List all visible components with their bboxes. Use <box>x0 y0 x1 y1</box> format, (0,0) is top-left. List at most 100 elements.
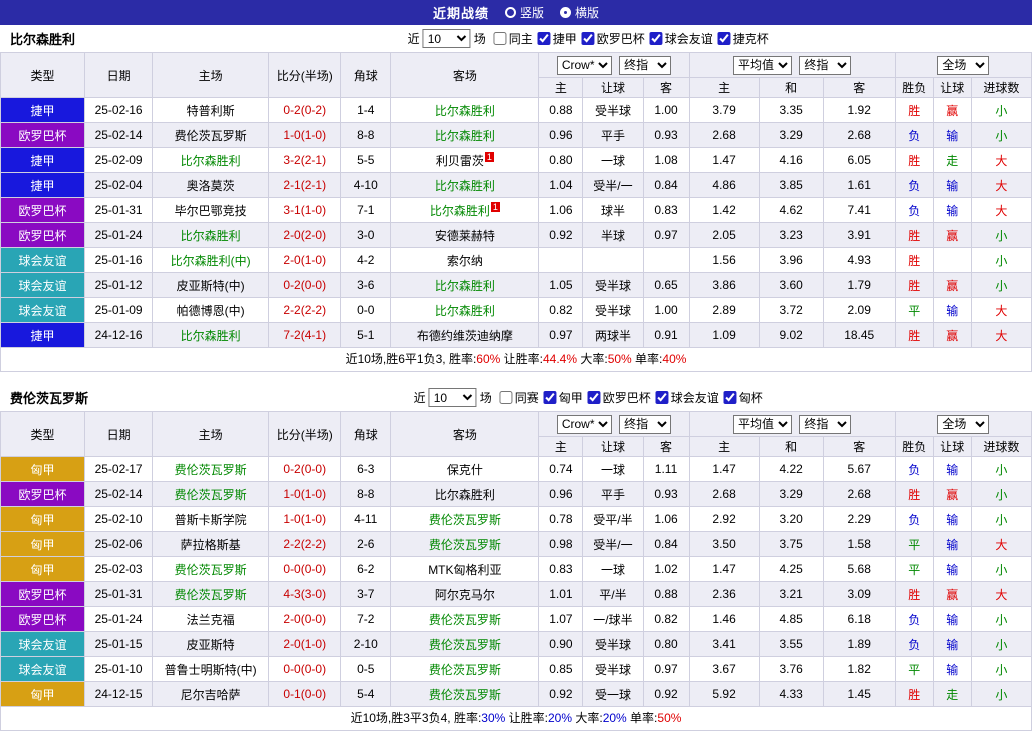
avg-draw-cell: 3.20 <box>758 506 824 532</box>
odds-source-select[interactable]: Crow* <box>556 55 612 75</box>
summary-part: 胜率: <box>448 352 477 366</box>
match-count-select[interactable]: 10 <box>422 29 471 48</box>
checkbox-label: 同主 <box>508 32 533 46</box>
corner-cell: 3-6 <box>340 272 392 298</box>
filter-checkbox-球会友谊[interactable]: 球会友谊 <box>655 389 719 406</box>
result-cell: 输 <box>932 197 972 223</box>
games-label: 场 <box>473 32 486 46</box>
scope-select[interactable]: 全场 <box>937 414 990 434</box>
checkbox-input[interactable] <box>655 391 669 404</box>
checkbox-input[interactable] <box>537 32 551 45</box>
date-cell: 24-12-15 <box>84 681 154 707</box>
date-cell: 25-01-10 <box>84 656 154 682</box>
result-cell: 胜 <box>894 581 934 607</box>
odds-final-select[interactable]: 终指 <box>619 414 672 434</box>
odds-away-cell: 0.84 <box>642 531 690 557</box>
avg-home-cell: 2.68 <box>688 122 760 148</box>
checkbox-input[interactable] <box>587 391 601 404</box>
odds-handicap-cell: 一球 <box>582 556 644 582</box>
filter-checkbox-欧罗巴杯[interactable]: 欧罗巴杯 <box>581 30 645 47</box>
avg-away-cell: 3.09 <box>822 581 896 607</box>
result-cell: 负 <box>894 606 934 632</box>
scope-select[interactable]: 全场 <box>937 55 990 75</box>
score-cell: 0-2(0-2) <box>268 97 342 123</box>
avg-source-select[interactable]: 平均值 <box>732 55 792 75</box>
odds-group-header: Crow* 终指 <box>538 411 690 437</box>
checkbox-input[interactable] <box>723 391 737 404</box>
checkbox-input[interactable] <box>493 32 507 45</box>
avg-final-select[interactable]: 终指 <box>799 414 852 434</box>
layout-radio-horizontal[interactable]: 横版 <box>560 4 599 21</box>
result-cell: 负 <box>894 631 934 657</box>
team-name-cell: 费伦茨瓦罗斯 <box>152 456 270 482</box>
filter-checkbox-同赛[interactable]: 同赛 <box>499 389 539 406</box>
match-row: 匈甲 25-02-03 费伦茨瓦罗斯 0-0(0-0) 6-2 MTK匈格利亚 0.83 一球… <box>0 556 1032 582</box>
odds-source-select[interactable]: Crow* <box>556 414 612 434</box>
col-score: 比分(半场) <box>268 52 342 98</box>
col-odds-home: 主 <box>538 436 584 457</box>
league-badge: 欧罗巴杯 <box>0 122 86 148</box>
result-cell: 赢 <box>932 222 972 248</box>
avg-home-cell: 2.89 <box>688 297 760 323</box>
odds-home-cell: 0.85 <box>538 656 584 682</box>
match-row: 球会友谊 25-01-16 比尔森胜利(中) 2-0(1-0) 4-2 索尔纳 1.56 3.… <box>0 247 1032 273</box>
match-count-select[interactable]: 10 <box>428 388 477 407</box>
radio-horizontal-icon <box>560 7 571 18</box>
avg-home-cell: 3.67 <box>688 656 760 682</box>
filter-checkbox-匈杯[interactable]: 匈杯 <box>723 389 763 406</box>
avg-source-select[interactable]: 平均值 <box>732 414 792 434</box>
date-cell: 24-12-16 <box>84 322 154 348</box>
date-cell: 25-01-15 <box>84 631 154 657</box>
team-name-cell: 比尔森胜利 <box>390 122 540 148</box>
filter-checkbox-捷甲[interactable]: 捷甲 <box>537 30 577 47</box>
avg-away-cell: 1.82 <box>822 656 896 682</box>
avg-away-cell: 1.92 <box>822 97 896 123</box>
corner-cell: 4-11 <box>340 506 392 532</box>
filter-checkbox-欧罗巴杯[interactable]: 欧罗巴杯 <box>587 389 651 406</box>
date-cell: 25-02-06 <box>84 531 154 557</box>
team-name-cell: 费伦茨瓦罗斯 <box>152 122 270 148</box>
league-badge: 匈甲 <box>0 681 86 707</box>
checkbox-label: 匈甲 <box>558 391 583 405</box>
odds-home-cell: 0.80 <box>538 147 584 173</box>
radio-horizontal-label: 横版 <box>575 6 600 20</box>
result-cell: 平 <box>894 531 934 557</box>
corner-cell: 8-8 <box>340 122 392 148</box>
odds-away-cell: 0.93 <box>642 122 690 148</box>
result-cell: 赢 <box>932 481 972 507</box>
league-badge: 匈甲 <box>0 456 86 482</box>
avg-home-cell: 1.09 <box>688 322 760 348</box>
col-handicap-result: 让球 <box>932 436 972 457</box>
avg-away-cell: 2.29 <box>822 506 896 532</box>
filter-checkbox-同主[interactable]: 同主 <box>493 30 533 47</box>
avg-home-cell: 3.79 <box>688 97 760 123</box>
filter-checkbox-匈甲[interactable]: 匈甲 <box>543 389 583 406</box>
team-name-cell: 费伦茨瓦罗斯 <box>390 606 540 632</box>
result-cell: 大 <box>970 197 1032 223</box>
col-away: 客场 <box>390 411 540 457</box>
avg-final-select[interactable]: 终指 <box>799 55 852 75</box>
checkbox-input[interactable] <box>649 32 663 45</box>
checkbox-input[interactable] <box>543 391 557 404</box>
checkbox-input[interactable] <box>717 32 731 45</box>
layout-radio-vertical[interactable]: 竖版 <box>504 4 544 21</box>
result-cell: 大 <box>970 147 1032 173</box>
corner-cell: 0-0 <box>340 297 392 323</box>
summary-part: 单率: <box>631 352 663 366</box>
odds-final-select[interactable]: 终指 <box>619 55 672 75</box>
score-cell: 2-0(2-0) <box>268 222 342 248</box>
team-name-cell: 皮亚斯特(中) <box>152 272 270 298</box>
summary-part: 大率: <box>577 352 608 366</box>
date-cell: 25-01-12 <box>84 272 154 298</box>
col-score: 比分(半场) <box>268 411 342 457</box>
checkbox-input[interactable] <box>581 32 595 45</box>
avg-draw-cell: 4.16 <box>758 147 824 173</box>
checkbox-input[interactable] <box>499 391 513 404</box>
filter-checkbox-球会友谊[interactable]: 球会友谊 <box>649 30 713 47</box>
avg-draw-cell: 4.25 <box>758 556 824 582</box>
avg-home-cell: 1.47 <box>688 556 760 582</box>
col-type: 类型 <box>0 411 86 457</box>
filter-checkbox-捷克杯[interactable]: 捷克杯 <box>717 30 769 47</box>
col-away: 客场 <box>390 52 540 98</box>
match-row: 球会友谊 25-01-15 皮亚斯特 2-0(1-0) 2-10 费伦茨瓦罗斯 0.90 受半… <box>0 631 1032 657</box>
